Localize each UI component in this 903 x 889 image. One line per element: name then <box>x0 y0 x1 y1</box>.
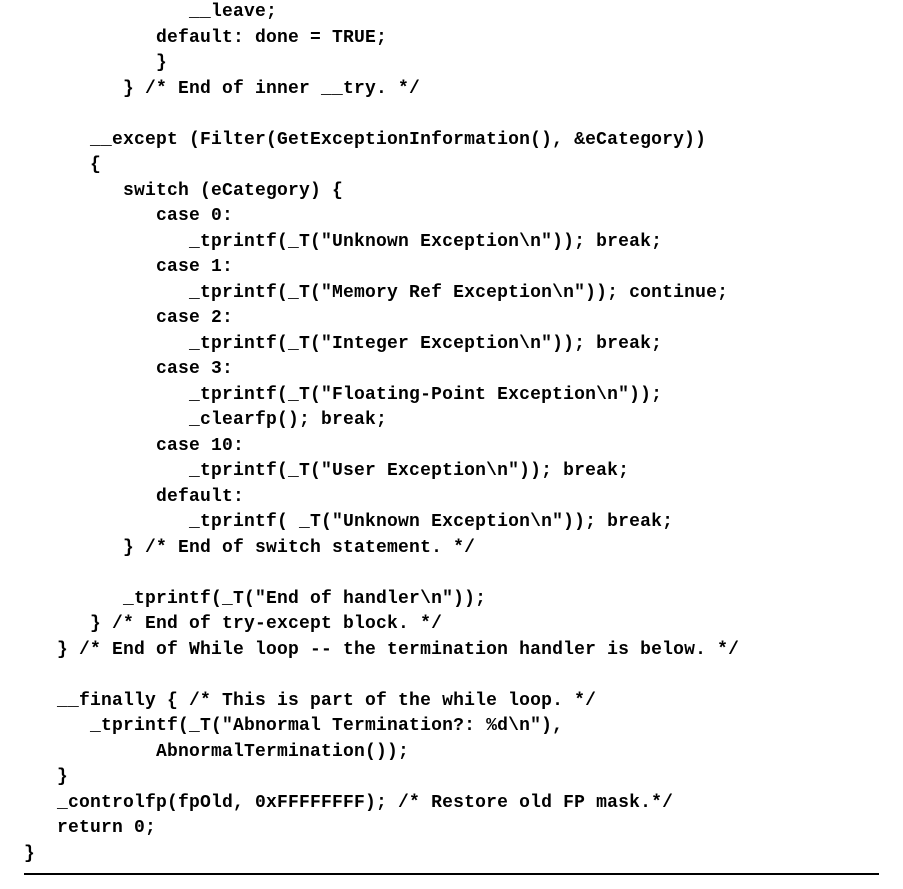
document-page: __leave; default: done = TRUE; } } /* En… <box>0 0 903 889</box>
bottom-rule <box>24 873 879 875</box>
code-listing: __leave; default: done = TRUE; } } /* En… <box>24 0 879 867</box>
